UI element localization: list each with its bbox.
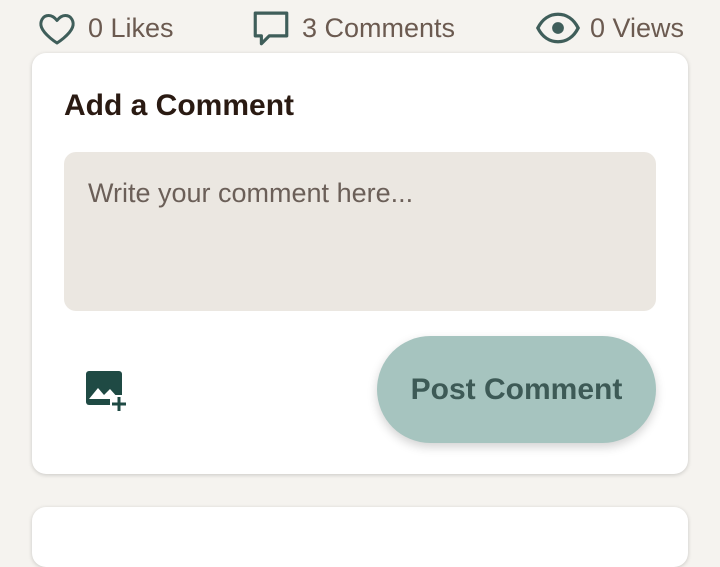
comment-bubble-icon — [250, 7, 292, 49]
views-count-label: 0 Views — [590, 12, 685, 43]
add-comment-title: Add a Comment — [64, 89, 295, 122]
add-comment-card: Add a Comment Post Comment — [32, 53, 688, 474]
add-image-button[interactable] — [84, 369, 130, 415]
comments-stat[interactable]: 3 Comments — [250, 6, 455, 50]
add-photo-icon — [84, 371, 130, 419]
heart-outline-icon — [36, 8, 78, 48]
comments-count-label: 3 Comments — [302, 12, 456, 43]
eye-icon — [536, 11, 580, 45]
views-stat: 0 Views — [536, 6, 684, 50]
post-comment-button[interactable]: Post Comment — [377, 336, 656, 443]
post-stats-bar: 0 Likes 3 Comments 0 Views — [0, 0, 720, 58]
comment-input[interactable] — [64, 152, 656, 311]
likes-stat[interactable]: 0 Likes — [36, 6, 174, 50]
likes-count-label: 0 Likes — [88, 12, 174, 43]
next-card — [32, 507, 688, 567]
